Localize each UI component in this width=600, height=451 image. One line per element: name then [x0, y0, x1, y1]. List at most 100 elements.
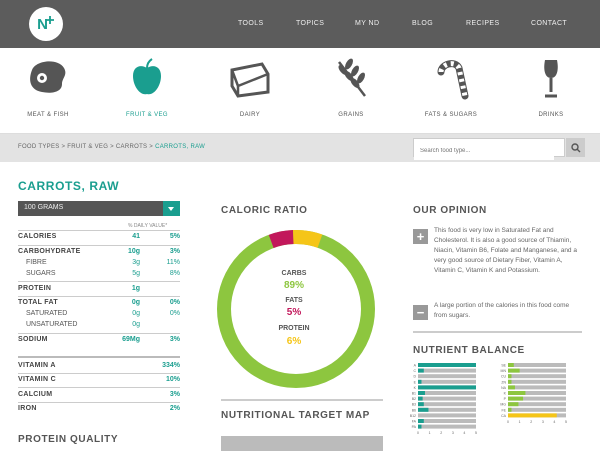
nutrient-value: 69Mg — [122, 336, 140, 343]
nutrient-name: FIBRE — [26, 259, 47, 266]
nutrient-name: SATURATED — [26, 310, 68, 317]
nutrient-row: UNSATURATED 0g — [18, 321, 180, 333]
balance-track — [418, 374, 476, 379]
category-meat-fish[interactable]: MEAT & FISH — [3, 48, 93, 134]
divider — [18, 373, 180, 374]
balance-row-label: MG — [500, 403, 506, 407]
balance-row-label: FA — [412, 420, 417, 424]
chevron-down-icon[interactable] — [163, 201, 180, 216]
target-map-title: NUTRITIONAL TARGET MAP — [221, 410, 370, 421]
nav-topics[interactable]: TOPICS — [296, 20, 324, 27]
balance-axis-tick: 0 — [507, 420, 509, 424]
nutrient-pct: 0% — [169, 310, 180, 317]
breadcrumb-path[interactable]: FOOD TYPES > FRUIT & VEG > CARROTS > — [18, 144, 155, 150]
nutrient-pct: 11% — [166, 259, 181, 266]
balance-axis-tick: 2 — [530, 420, 532, 424]
balance-bar — [418, 363, 476, 367]
balance-row-label: ZN — [501, 380, 506, 384]
balance-bar — [508, 385, 515, 390]
balance-row-label: E — [414, 380, 417, 384]
balance-track — [508, 363, 566, 367]
nutrient-value: 3g — [132, 259, 140, 266]
balance-bar — [508, 368, 520, 373]
caloric-ratio-title: CALORIC RATIO — [221, 205, 308, 216]
balance-bar — [418, 419, 424, 423]
divider — [18, 387, 180, 388]
serving-select[interactable]: 100 GRAMS — [18, 201, 180, 216]
nutrient-value: 5g — [132, 270, 140, 277]
balance-axis-tick: 0 — [417, 431, 419, 435]
search-button[interactable] — [566, 138, 585, 157]
opinion-negative: A large portion of the calories in this … — [434, 302, 570, 319]
balance-track — [418, 424, 476, 429]
nutrient-pct: 3% — [169, 336, 180, 343]
balance-axis-tick: 1 — [519, 420, 521, 424]
balance-row-label: B6 — [412, 408, 416, 412]
category-drinks[interactable]: DRINKS — [506, 48, 596, 134]
category-fruit-veg[interactable]: FRUIT & VEG — [102, 48, 192, 134]
opinion-title: OUR OPINION — [413, 205, 487, 216]
balance-row-label: A — [414, 364, 417, 368]
nutrient-balance-chart: ACDEKB1B2B3B6B12FAPA0 1 2 3 4 5SEMNCUZNNAKPMG… — [410, 363, 567, 435]
balance-axis-tick: 3 — [452, 431, 454, 435]
vitamin-pct: 3% — [169, 391, 180, 398]
balance-row-label: B2 — [412, 397, 416, 401]
nav-tools[interactable]: TOOLS — [238, 20, 264, 27]
category-label: DRINKS — [538, 112, 564, 118]
balance-track — [418, 419, 476, 423]
balance-track — [508, 374, 566, 379]
nutrient-value: 1g — [131, 285, 140, 292]
nutrient-pct: 0% — [169, 299, 180, 306]
balance-bar — [418, 396, 423, 401]
balance-track — [508, 385, 566, 390]
fats-label: FATS — [285, 297, 303, 304]
balance-bar — [508, 363, 514, 367]
vitamin-pct: 334% — [162, 362, 180, 369]
nutrient-value: 41 — [132, 233, 140, 240]
divider — [18, 356, 180, 358]
nav-recipes[interactable]: RECIPES — [466, 20, 500, 27]
divider — [18, 281, 180, 282]
category-fats-sugars[interactable]: FATS & SUGARS — [406, 48, 496, 134]
protein-label: PROTEIN — [278, 325, 310, 332]
steak-icon — [30, 61, 66, 93]
balance-bar — [508, 396, 524, 401]
search-input[interactable] — [414, 142, 554, 160]
balance-row-label: C — [413, 369, 416, 373]
cheese-icon — [230, 62, 270, 98]
carbs-value: 89% — [283, 280, 304, 291]
balance-bar — [508, 374, 512, 379]
nutrient-pct: 3% — [169, 248, 180, 255]
balance-track — [508, 379, 566, 384]
balance-bar — [418, 424, 422, 429]
nav-blog[interactable]: BLOG — [412, 20, 433, 27]
donut-segment-fats — [268, 230, 294, 249]
nutrient-name: UNSATURATED — [26, 321, 78, 328]
nutrient-value: 0g — [131, 299, 140, 306]
apple-icon — [133, 58, 161, 95]
divider — [18, 296, 180, 297]
nutrient-name: TOTAL FAT — [18, 299, 58, 306]
fats-value: 5% — [286, 307, 302, 318]
balance-row-label: P — [504, 397, 507, 401]
site-logo[interactable]: N — [29, 7, 63, 41]
nav-my-nd[interactable]: MY ND — [355, 20, 379, 27]
breadcrumb-current: CARROTS, RAW — [155, 144, 206, 150]
nutrient-name: SUGARS — [26, 270, 56, 277]
category-grains[interactable]: GRAINS — [306, 48, 396, 134]
nutrient-name: SODIUM — [18, 336, 48, 343]
target-map-area — [221, 436, 383, 451]
balance-row-label: NA — [501, 386, 507, 390]
plus-icon: + — [413, 229, 428, 244]
balance-row-label: PA — [412, 425, 417, 429]
food-title: CARROTS, RAW — [18, 179, 120, 193]
balance-bar — [508, 407, 512, 412]
nutrient-row: SODIUM 69Mg 3% — [18, 336, 180, 348]
carbs-label: CARBS — [281, 270, 307, 277]
wheat-icon — [338, 58, 366, 97]
nav-contact[interactable]: CONTACT — [531, 20, 567, 27]
opinion-positive: This food is very low in Saturated Fat a… — [434, 227, 577, 274]
balance-row-label: K — [504, 392, 507, 396]
category-bar: MEAT & FISH FRUIT & VEG DAIRY GRAINS FAT… — [0, 48, 600, 134]
category-dairy[interactable]: DAIRY — [205, 48, 295, 134]
